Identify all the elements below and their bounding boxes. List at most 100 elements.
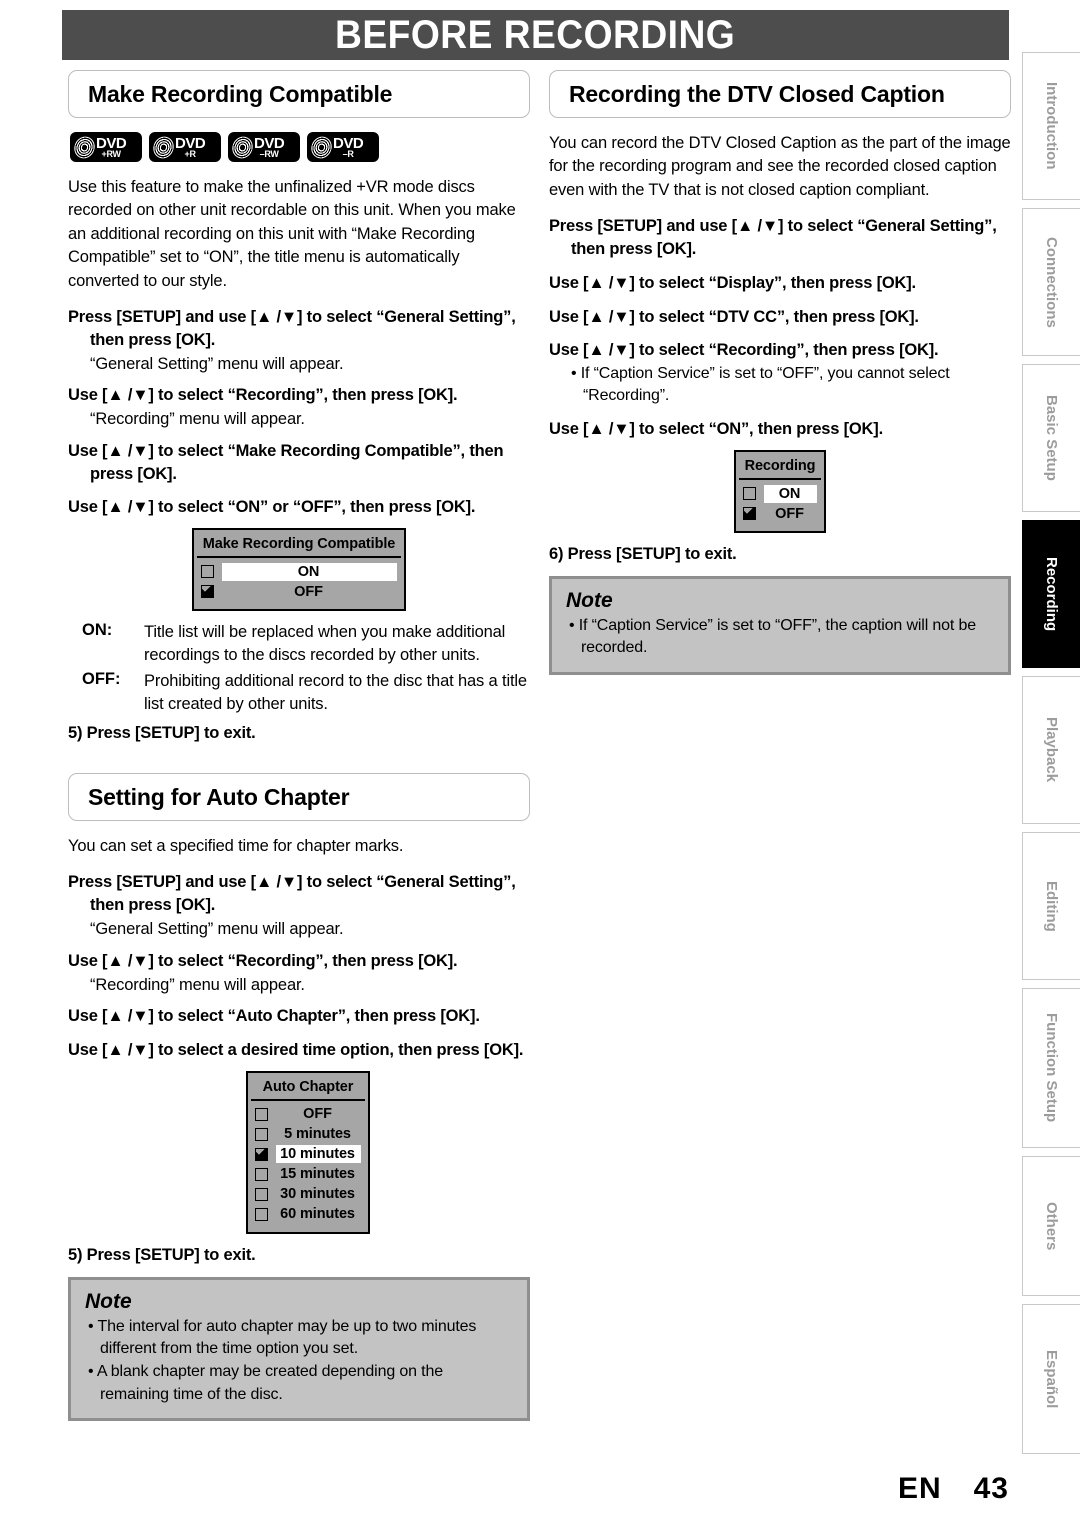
osd-option-row[interactable]: 30 minutes [255, 1185, 361, 1204]
section-heading-label: Make Recording Compatible [88, 80, 393, 107]
manual-page: BEFORE RECORDING Make Recording Compatib… [0, 0, 1080, 1526]
sidebar-item-connections[interactable]: Connections [1022, 208, 1080, 356]
osd-dialog-auto-chapter: Auto Chapter OFF 5 minutes 10 minutes 15… [246, 1070, 370, 1234]
disc-glyph [151, 133, 176, 161]
step-item: Use [▲ /▼] to select “Display”, then pre… [549, 273, 916, 292]
osd-option-list: OFF 5 minutes 10 minutes 15 minutes 30 m… [251, 1101, 365, 1229]
osd-option-row[interactable]: ON [200, 562, 398, 581]
checkbox-checked-icon[interactable] [255, 1147, 269, 1161]
osd-option-list: ON OFF [739, 480, 822, 528]
checkbox-checked-icon[interactable] [742, 507, 756, 521]
sidebar-item-basic-setup[interactable]: Basic Setup [1022, 364, 1080, 512]
osd-option-label: 60 minutes [280, 1206, 355, 1223]
sidebar-item-introduction[interactable]: Introduction [1022, 52, 1080, 200]
step-note: “General Setting” menu will appear. [90, 920, 344, 939]
definition-description: Prohibiting additional record to the dis… [144, 671, 527, 713]
step-item: Use [▲ /▼] to select “Recording”, then p… [549, 341, 939, 360]
osd-wrapper-make-recording-compatible: Make Recording Compatible ON OFF [68, 528, 530, 612]
sidebar-item-label: Playback [1043, 717, 1060, 783]
section-intro-paragraph: Use this feature to make the unfinalized… [68, 178, 516, 290]
step-note: “General Setting” menu will appear. [90, 354, 344, 373]
osd-option-row[interactable]: 60 minutes [255, 1205, 361, 1224]
osd-option-row[interactable]: OFF [742, 504, 818, 523]
step-item: Press [SETUP] and use [▲ /▼] to select “… [68, 873, 516, 915]
osd-wrapper-recording: Recording ON OFF [549, 450, 1011, 534]
osd-title: Make Recording Compatible [196, 533, 402, 559]
section-heading-recording-dtv-closed-caption: Recording the DTV Closed Caption [549, 70, 1011, 118]
note-title: Note [566, 588, 613, 612]
osd-dialog-make-recording-compatible: Make Recording Compatible ON OFF [191, 528, 407, 612]
definition-row-off: OFF: Prohibiting additional record to th… [68, 670, 530, 716]
sidebar-item-label: Editing [1043, 880, 1060, 932]
step-item: Use [▲ /▼] to select “Recording”, then p… [68, 951, 458, 970]
step-bullet-note: • If “Caption Service” is set to “OFF”, … [571, 365, 950, 405]
step-item-final: 5) Press [SETUP] to exit. [68, 1245, 256, 1264]
sidebar-item-label: Function Setup [1043, 1013, 1060, 1123]
osd-option-row[interactable]: 5 minutes [255, 1125, 361, 1144]
note-item: • A blank chapter may be created dependi… [88, 1363, 443, 1403]
step-item: Use [▲ /▼] to select a desired time opti… [68, 1041, 524, 1060]
checkbox-unchecked-icon[interactable] [742, 487, 756, 501]
sidebar-item-label: Introduction [1043, 82, 1060, 170]
checkbox-unchecked-icon[interactable] [255, 1127, 269, 1141]
osd-wrapper-auto-chapter: Auto Chapter OFF 5 minutes 10 minutes 15… [68, 1070, 530, 1234]
osd-option-label: 30 minutes [280, 1186, 355, 1203]
disc-glyph [309, 133, 334, 161]
osd-option-row[interactable]: OFF [200, 582, 397, 601]
dvd-minus-rw-icon: DVD –RW [228, 132, 300, 162]
right-column: Recording the DTV Closed Caption You can… [549, 70, 1011, 675]
sidebar-item-function-setup[interactable]: Function Setup [1022, 988, 1080, 1148]
dvd-minus-r-icon: DVD –R [307, 132, 379, 162]
checkbox-checked-icon[interactable] [200, 585, 214, 599]
side-tab-strip: Introduction Connections Basic Setup Rec… [1022, 52, 1080, 1462]
note-item: • If “Caption Service” is set to “OFF”, … [569, 616, 976, 657]
osd-option-label: 10 minutes [276, 1145, 361, 1164]
left-column: Make Recording Compatible DVD +RW DVD +R [68, 70, 530, 1422]
definition-term: OFF: [82, 669, 121, 688]
page-title: BEFORE RECORDING [335, 13, 736, 57]
section-intro-paragraph: You can record the DTV Closed Caption as… [549, 134, 1011, 199]
osd-option-row[interactable]: 15 minutes [255, 1165, 361, 1184]
checkbox-unchecked-icon[interactable] [255, 1207, 269, 1221]
checkbox-unchecked-icon[interactable] [200, 565, 214, 579]
step-item: Use [▲ /▼] to select “DTV CC”, then pres… [549, 307, 919, 326]
sidebar-item-editing[interactable]: Editing [1022, 832, 1080, 980]
section-heading-label: Recording the DTV Closed Caption [569, 80, 945, 107]
osd-option-row[interactable]: OFF [255, 1105, 361, 1124]
step-item: Use [▲ /▼] to select “Auto Chapter”, the… [68, 1007, 480, 1026]
sidebar-item-others[interactable]: Others [1022, 1156, 1080, 1296]
checkbox-unchecked-icon[interactable] [255, 1107, 269, 1121]
step-item: Press [SETUP] and use [▲ /▼] to select “… [549, 217, 997, 259]
definition-description: Title list will be replaced when you mak… [144, 623, 506, 664]
page-footer: EN 43 [0, 1472, 1009, 1506]
checkbox-unchecked-icon[interactable] [255, 1187, 269, 1201]
note-item: • The interval for auto chapter may be u… [88, 1317, 477, 1357]
step-item-final: 6) Press [SETUP] to exit. [549, 545, 737, 564]
disc-logo-row: DVD +RW DVD +R DVD –RW DVD –R [70, 132, 530, 162]
sidebar-item-label: Others [1043, 1201, 1060, 1251]
step-item: Use [▲ /▼] to select “ON”, then press [O… [549, 420, 883, 439]
section-heading-make-recording-compatible: Make Recording Compatible [68, 70, 530, 118]
sidebar-item-playback[interactable]: Playback [1022, 676, 1080, 824]
page-banner: BEFORE RECORDING [62, 10, 1009, 60]
sidebar-item-recording[interactable]: Recording [1022, 520, 1080, 668]
osd-title: Auto Chapter [251, 1076, 365, 1101]
osd-option-row[interactable]: 10 minutes [255, 1145, 361, 1164]
step-item: Use [▲ /▼] to select “ON” or “OFF”, then… [68, 498, 476, 517]
step-item: Press [SETUP] and use [▲ /▼] to select “… [68, 308, 516, 349]
footer-language-code: EN [897, 1472, 942, 1505]
sidebar-item-label: Basic Setup [1043, 395, 1060, 481]
sidebar-item-espanol[interactable]: Español [1022, 1304, 1080, 1454]
osd-option-list: ON OFF [197, 558, 401, 606]
dvd-plus-r-icon: DVD +R [149, 132, 221, 162]
osd-option-label: OFF [294, 583, 323, 600]
step-note: “Recording” menu will appear. [90, 410, 305, 429]
disc-glyph [230, 133, 255, 161]
dvd-plus-rw-icon: DVD +RW [70, 132, 142, 162]
sidebar-item-label: Español [1043, 1349, 1060, 1409]
osd-option-row[interactable]: ON [742, 484, 818, 503]
step-item-final: 5) Press [SETUP] to exit. [68, 724, 256, 743]
checkbox-unchecked-icon[interactable] [255, 1167, 269, 1181]
definition-term: ON: [82, 621, 113, 640]
section-intro-paragraph: You can set a specified time for chapter… [68, 837, 404, 856]
